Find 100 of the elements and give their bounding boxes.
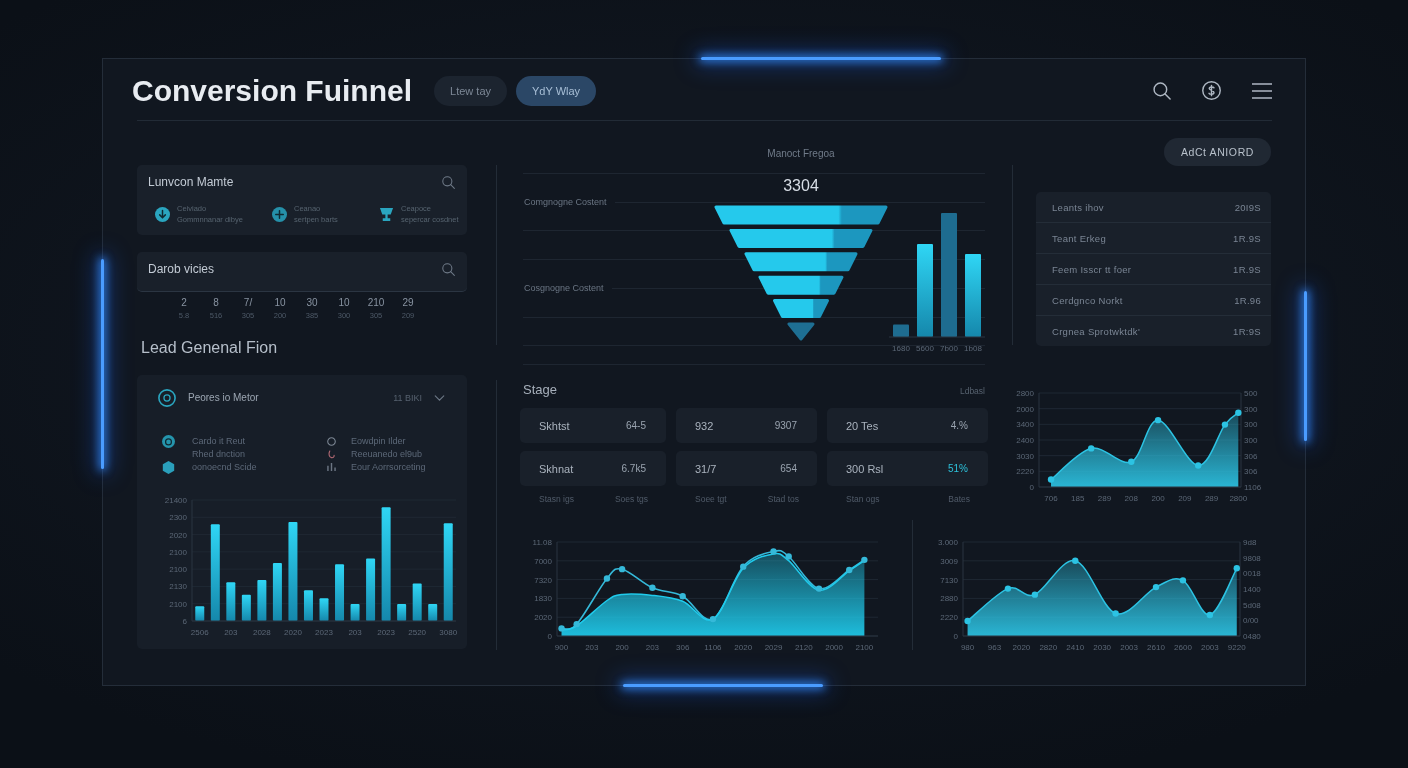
list-item: Cardo it Reut	[192, 436, 246, 446]
bar	[397, 603, 407, 621]
hook-icon	[328, 449, 335, 459]
axis-label: 2800	[1016, 389, 1034, 398]
row-value: 1R.9S	[1233, 232, 1261, 244]
axis-label: 1b08	[964, 344, 982, 353]
section-title: Stage	[523, 382, 557, 397]
axis-label: 2020	[734, 643, 753, 652]
row-value: 1R.9S	[1233, 263, 1261, 275]
stat-caption: Soes tgs	[614, 494, 648, 504]
stat-value: 51%	[948, 463, 968, 474]
view-tab[interactable]: Ltew tay	[434, 75, 507, 106]
row-label: Feem Isscr tt foer	[1052, 263, 1132, 275]
axis-label: 2003	[1120, 643, 1138, 652]
card-title: Peores io Metor	[188, 392, 259, 403]
row-label: Comgnogne Costent	[523, 196, 615, 208]
axis-label: 0/00	[1243, 616, 1259, 626]
axis-label: 2610	[1147, 643, 1165, 652]
number-value: 2	[181, 298, 187, 308]
data-point	[679, 593, 686, 600]
data-point	[1235, 409, 1242, 416]
axis-label: 209	[1178, 494, 1192, 503]
axis-label: 203	[348, 627, 362, 637]
axis-label: 2020	[534, 613, 552, 623]
axis-label: 208	[1124, 494, 1138, 503]
view-tab[interactable]: YdY Wlay	[516, 75, 597, 106]
section-note: Ldbasl	[959, 386, 985, 396]
stat-label: Skhnat	[539, 462, 574, 475]
axis-label: 2100	[169, 547, 187, 557]
list-item: Eowdpin Ilder	[351, 436, 406, 446]
axis-label: 2030	[1093, 643, 1112, 652]
axis-label: 5d08	[1243, 600, 1261, 610]
axis-label: 300	[1244, 436, 1258, 445]
axis-label: 2100	[169, 599, 187, 609]
bar	[412, 582, 422, 621]
axis-label: 2003	[1200, 643, 1219, 652]
axis-label: 0480	[1243, 632, 1261, 641]
dollar-icon[interactable]	[1202, 81, 1221, 100]
axis-label: 306	[676, 643, 690, 652]
axis-label: 203	[224, 627, 238, 637]
menu-icon[interactable]	[1252, 82, 1272, 99]
period-dropdown[interactable]: 11 BIKI	[393, 392, 445, 403]
chevron-down-icon	[434, 394, 445, 401]
action-button[interactable]: AdCt ANIORD	[1163, 138, 1271, 166]
row-label: Teant Erkeg	[1052, 232, 1106, 244]
stat-value: 6.7k5	[621, 463, 646, 474]
axis-label: 7320	[534, 575, 552, 585]
data-point	[815, 585, 823, 592]
axis-label: 2100	[855, 643, 874, 652]
data-point	[1152, 583, 1160, 591]
axis-label: 300	[1244, 420, 1258, 430]
axis-label: 7130	[940, 575, 958, 585]
axis-label: 289	[1204, 494, 1219, 503]
data-point	[573, 620, 580, 628]
axis-label: 306	[1244, 467, 1258, 477]
plus-circle-icon	[272, 206, 287, 222]
bar	[303, 589, 313, 621]
search-icon[interactable]	[1153, 81, 1171, 100]
axis-label: 2020	[1012, 643, 1031, 652]
axis-label: 21400	[164, 495, 187, 505]
axis-label: 6	[182, 616, 187, 626]
stat-label: Skhtst	[539, 419, 570, 432]
axis-label: 2520	[408, 627, 427, 637]
axis-label: 7b00	[940, 344, 958, 353]
stat-caption: Stan ogs	[846, 494, 880, 504]
data-point	[1031, 591, 1039, 598]
stat-caption: Soee tgt	[695, 494, 727, 504]
data-point	[1179, 577, 1187, 584]
number-value: 29	[402, 298, 414, 308]
row-value: 20I9S	[1234, 201, 1261, 213]
axis-label: 2023	[315, 627, 333, 637]
data-point	[618, 565, 626, 573]
panel-title: Manoct Fregoa	[767, 148, 835, 161]
axis-label: 2600	[1174, 643, 1192, 652]
bar	[428, 603, 438, 621]
bar	[366, 557, 376, 621]
card-title: Darob vicies	[148, 262, 215, 276]
axis-label: 200	[615, 643, 629, 652]
data-point	[1112, 610, 1119, 617]
axis-label: 980	[960, 643, 975, 652]
ring-icon	[327, 436, 336, 446]
dashboard-title: Conversion Fuinnel	[132, 73, 413, 108]
total-value: 3304	[783, 177, 819, 195]
axis-label: 300	[1244, 404, 1258, 414]
data-point	[1206, 611, 1214, 619]
stat-value: 4.%	[950, 420, 968, 431]
axis-label: 2020	[169, 530, 187, 540]
data-point	[1221, 421, 1229, 428]
axis-label: 500	[1244, 389, 1258, 398]
number-value: 7/	[243, 298, 253, 308]
axis-label: 289	[1097, 494, 1112, 503]
arrow-circle-icon	[155, 206, 170, 222]
axis-label: 200	[1151, 494, 1165, 503]
stat-value: 654	[780, 463, 797, 474]
data-point	[1154, 416, 1162, 424]
section-title: Lead Genenal Fion	[141, 338, 279, 357]
axis-label: 3009	[940, 556, 958, 566]
axis-label: 1830	[534, 594, 552, 604]
stat-caption: Bates	[948, 494, 970, 504]
axis-label: 963	[987, 643, 1002, 652]
